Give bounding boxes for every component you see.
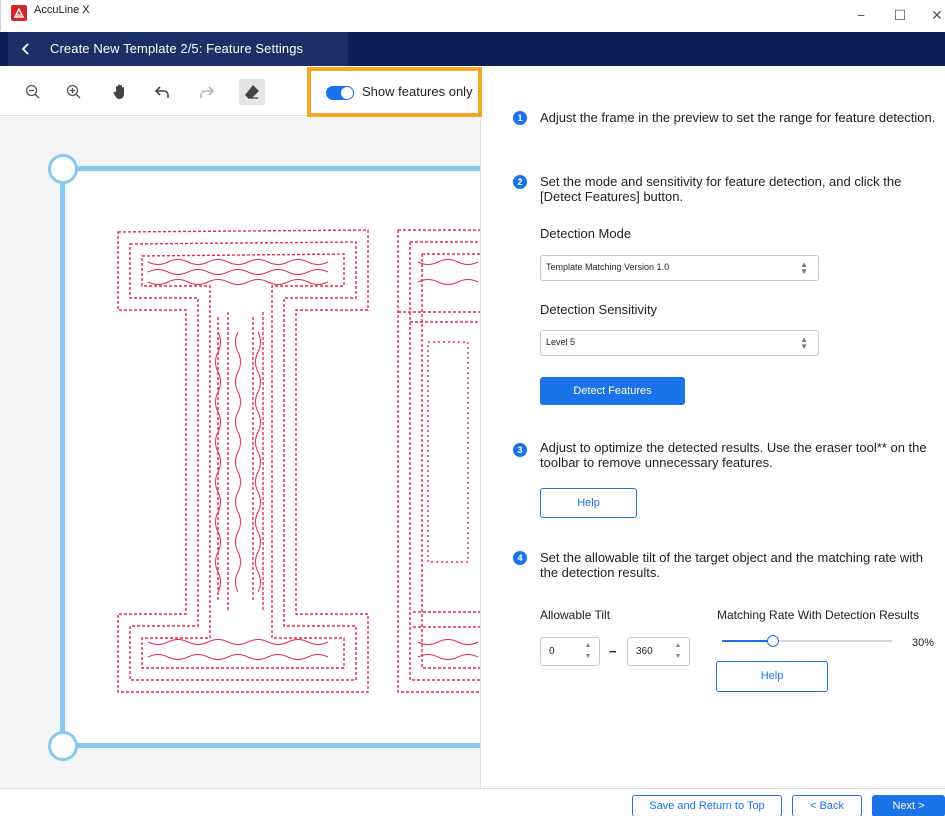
select-arrows-icon: ▲ ▼ [800,335,808,351]
allowable-tilt-label: Allowable Tilt [540,608,611,622]
title-bar: AccuLine X − ☐ ✕ [0,0,945,31]
tilt-max-value: 360 [636,646,653,657]
detection-mode-value: Template Matching Version 1.0 [546,262,670,272]
step-3-badge: 3 [513,443,527,457]
detection-mode-label: Detection Mode [540,226,632,241]
next-button[interactable]: Next > [872,795,945,816]
step-2-badge: 2 [513,175,527,189]
detection-mode-select[interactable]: Template Matching Version 1.0 ▲ ▼ [540,255,819,281]
tilt-max-stepper[interactable]: 360 ▲ ▼ [627,637,690,666]
step-2-text: Set the mode and sensitivity for feature… [540,174,902,204]
minimize-button[interactable]: − [844,4,878,26]
help-button-step3[interactable]: Help [540,488,637,518]
frame-left-edge[interactable] [60,166,65,748]
back-button[interactable]: < Back [792,795,862,816]
hand-icon[interactable] [110,82,130,102]
show-features-label: Show features only [362,84,473,99]
stepper-arrows-icon[interactable]: ▲ ▼ [581,640,595,663]
frame-top-edge[interactable] [62,166,480,171]
settings-panel: 1 Adjust the frame in the preview to set… [482,66,945,788]
tilt-range-separator: − [609,644,617,659]
page-title: Create New Template 2/5: Feature Setting… [50,41,304,56]
detection-sensitivity-label: Detection Sensitivity [540,302,658,317]
show-features-toggle[interactable] [326,86,354,100]
slider-fill [722,640,773,642]
matching-rate-slider[interactable] [722,635,892,647]
matching-rate-value: 30% [912,637,935,649]
slider-thumb[interactable] [767,635,779,647]
tilt-min-value: 0 [549,646,555,657]
detection-sensitivity-select[interactable]: Level 5 ▲ ▼ [540,330,819,356]
help-button-step4[interactable]: Help [716,661,828,692]
zoom-out-icon[interactable] [23,82,43,102]
frame-bottom-edge[interactable] [62,743,480,748]
preview-canvas[interactable] [0,117,481,788]
step-4-text: Set the allowable tilt of the target obj… [540,550,924,580]
footer-bar: Save and Return to Top < Back Next > [0,788,945,816]
detection-sensitivity-value: Level 5 [546,337,576,347]
frame-handle-top-left[interactable] [48,154,78,184]
frame-handle-bottom-left[interactable] [48,731,78,761]
matching-rate-label: Matching Rate With Detection Results [717,608,920,622]
eraser-icon[interactable] [239,79,265,105]
feature-outline [117,229,480,693]
save-return-button[interactable]: Save and Return to Top [632,795,782,816]
maximize-button[interactable]: ☐ [883,4,917,26]
app-title: AccuLine X [34,4,90,16]
show-features-toggle-area: Show features only [307,67,482,117]
feature-image [68,172,480,744]
close-button[interactable]: ✕ [920,4,945,26]
step-1-badge: 1 [513,111,527,125]
redo-icon[interactable] [196,82,216,102]
chevron-left-icon[interactable] [20,41,34,57]
undo-icon[interactable] [153,82,173,102]
zoom-in-icon[interactable] [64,82,84,102]
step-3-text: Adjust to optimize the detected results.… [540,440,927,470]
page-header: Create New Template 2/5: Feature Setting… [0,32,945,66]
step-1-text: Adjust the frame in the preview to set t… [540,110,936,125]
detect-features-button[interactable]: Detect Features [540,377,685,405]
toggle-knob [341,87,353,99]
select-arrows-icon: ▲ ▼ [800,260,808,276]
header-nav: Create New Template 2/5: Feature Setting… [8,32,348,66]
tilt-min-stepper[interactable]: 0 ▲ ▼ [540,637,600,666]
stepper-arrows-icon[interactable]: ▲ ▼ [671,640,685,663]
app-logo-icon [11,5,27,21]
step-4-badge: 4 [513,551,527,565]
